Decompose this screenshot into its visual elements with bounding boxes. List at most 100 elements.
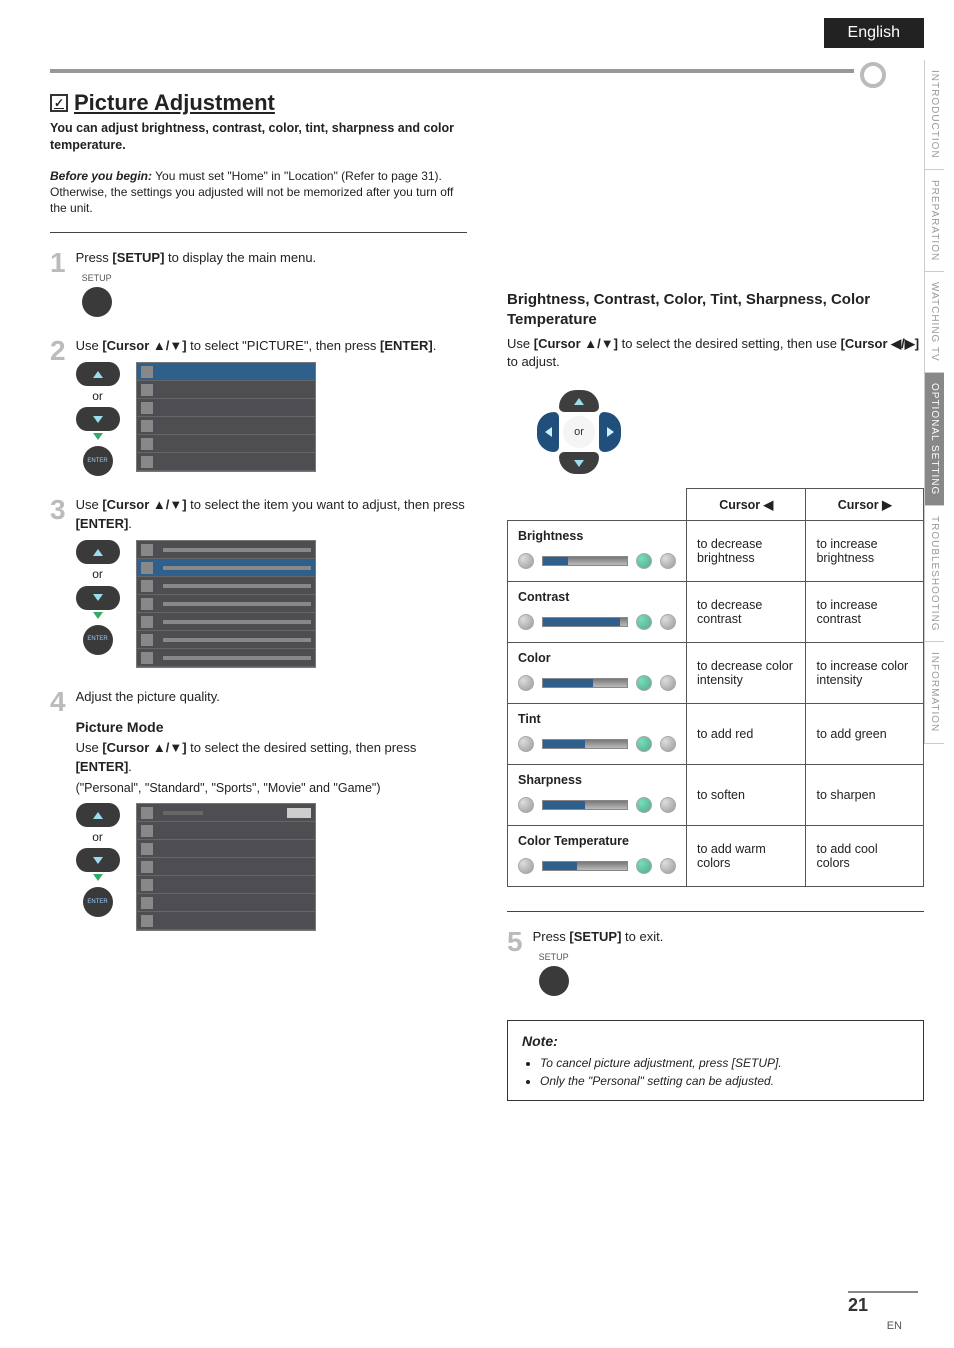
slider-track <box>542 800 628 810</box>
picture-mode-options: ("Personal", "Standard", "Sports", "Movi… <box>76 779 467 797</box>
setup-label: SETUP <box>82 272 112 285</box>
or-text: or <box>92 566 103 583</box>
checkbox-icon: ✓ <box>50 94 68 112</box>
enter-button-icon: ENTER <box>83 446 113 476</box>
osd-menu-mock <box>136 803 316 931</box>
divider <box>507 911 924 912</box>
side-tab-information: INFORMATION <box>924 642 944 743</box>
slider-mock <box>518 793 676 817</box>
step2-mid: to select "PICTURE", then press <box>187 338 380 353</box>
table-row: Colorto decrease color intensityto incre… <box>508 643 924 704</box>
header-rule <box>50 69 854 73</box>
side-tab-watching-tv: WATCHING TV <box>924 272 944 373</box>
table-row: Tintto add redto add green <box>508 704 924 765</box>
chevron-down-icon <box>93 612 103 619</box>
pm-post: . <box>128 759 132 774</box>
step3-kw2: [ENTER] <box>76 516 129 531</box>
slider-end-icon <box>660 797 676 813</box>
side-tabs: INTRODUCTION PREPARATION WATCHING TV OPT… <box>924 60 954 744</box>
slider-mock <box>518 610 676 634</box>
pm-kw: [Cursor ▲/▼] <box>102 740 186 755</box>
step1-post: to display the main menu. <box>164 250 316 265</box>
step5-post: to exit. <box>621 929 663 944</box>
step-number: 5 <box>507 928 523 996</box>
slider-track <box>542 617 628 627</box>
param-name: Tint <box>508 704 687 765</box>
note-title: Note: <box>522 1031 909 1052</box>
rc-kw2: [Cursor ◀/▶] <box>841 336 920 351</box>
step3-kw: [Cursor ▲/▼] <box>102 497 186 512</box>
step5-pre: Press <box>533 929 570 944</box>
note-box: Note: To cancel picture adjustment, pres… <box>507 1020 924 1101</box>
slider-handle-icon <box>636 553 652 569</box>
rc-kw1: [Cursor ▲/▼] <box>534 336 618 351</box>
cursor-left-icon <box>537 412 559 452</box>
table-row: Brightnessto decrease brightnessto incre… <box>508 521 924 582</box>
slider-end-icon <box>518 553 534 569</box>
step-5: 5 Press [SETUP] to exit. SETUP <box>507 928 924 996</box>
cursor-down-icon <box>559 452 599 474</box>
slider-track <box>542 861 628 871</box>
step-number: 2 <box>50 337 66 476</box>
osd-menu-mock <box>136 362 316 472</box>
step3-post: . <box>128 516 132 531</box>
slider-end-icon <box>660 736 676 752</box>
intro-text: You can adjust brightness, contrast, col… <box>50 120 467 154</box>
step-number: 1 <box>50 249 66 317</box>
step-4: 4 Adjust the picture quality. Picture Mo… <box>50 688 467 931</box>
rc-mid: to select the desired setting, then use <box>618 336 841 351</box>
picture-mode-heading: Picture Mode <box>76 717 467 737</box>
effect-right: to add cool colors <box>806 826 924 887</box>
step2-pre: Use <box>76 338 103 353</box>
slider-end-icon <box>518 675 534 691</box>
setup-button-icon <box>539 966 569 996</box>
slider-mock <box>518 854 676 878</box>
right-col-heading: Brightness, Contrast, Color, Tint, Sharp… <box>507 290 924 331</box>
effect-right: to increase color intensity <box>806 643 924 704</box>
step-number: 3 <box>50 496 66 668</box>
divider <box>50 232 467 233</box>
side-tab-optional-setting: OPTIONAL SETTING <box>924 373 944 506</box>
step5-kw: [SETUP] <box>569 929 621 944</box>
slider-handle-icon <box>636 675 652 691</box>
or-center: or <box>563 416 595 448</box>
slider-track <box>542 556 628 566</box>
step3-mid: to select the item you want to adjust, t… <box>187 497 465 512</box>
slider-end-icon <box>660 675 676 691</box>
effect-right: to increase contrast <box>806 582 924 643</box>
effect-left: to decrease brightness <box>687 521 806 582</box>
cursor-down-icon <box>76 586 120 610</box>
table-row: Color Temperatureto add warm colorsto ad… <box>508 826 924 887</box>
dpad-up-down: or ENTER <box>76 803 120 917</box>
slider-handle-icon <box>636 797 652 813</box>
slider-mock <box>518 732 676 756</box>
setup-label: SETUP <box>539 951 569 964</box>
side-tab-introduction: INTRODUCTION <box>924 60 944 170</box>
effect-left: to soften <box>687 765 806 826</box>
section-title: ✓ Picture Adjustment <box>50 90 467 116</box>
step-2: 2 Use [Cursor ▲/▼] to select "PICTURE", … <box>50 337 467 476</box>
slider-end-icon <box>660 858 676 874</box>
dpad-full: or <box>537 390 621 474</box>
note-item: Only the "Personal" setting can be adjus… <box>540 1072 909 1090</box>
title-text: Picture Adjustment <box>74 90 275 116</box>
step1-pre: Press <box>76 250 113 265</box>
before-you-begin: Before you begin: You must set "Home" in… <box>50 168 467 217</box>
slider-mock <box>518 671 676 695</box>
step2-post: . <box>433 338 437 353</box>
step2-kw: [Cursor ▲/▼] <box>102 338 186 353</box>
slider-handle-icon <box>636 614 652 630</box>
step-3: 3 Use [Cursor ▲/▼] to select the item yo… <box>50 496 467 668</box>
setup-button-icon <box>82 287 112 317</box>
effect-left: to decrease color intensity <box>687 643 806 704</box>
note-item: To cancel picture adjustment, press [SET… <box>540 1054 909 1072</box>
pm-mid: to select the desired setting, then pres… <box>187 740 417 755</box>
step-1: 1 Press [SETUP] to display the main menu… <box>50 249 467 317</box>
slider-end-icon <box>518 614 534 630</box>
slider-track <box>542 678 628 688</box>
pm-kw2: [ENTER] <box>76 759 129 774</box>
step2-kw2: [ENTER] <box>380 338 433 353</box>
param-name: Sharpness <box>508 765 687 826</box>
step1-kw: [SETUP] <box>112 250 164 265</box>
slider-handle-icon <box>636 736 652 752</box>
